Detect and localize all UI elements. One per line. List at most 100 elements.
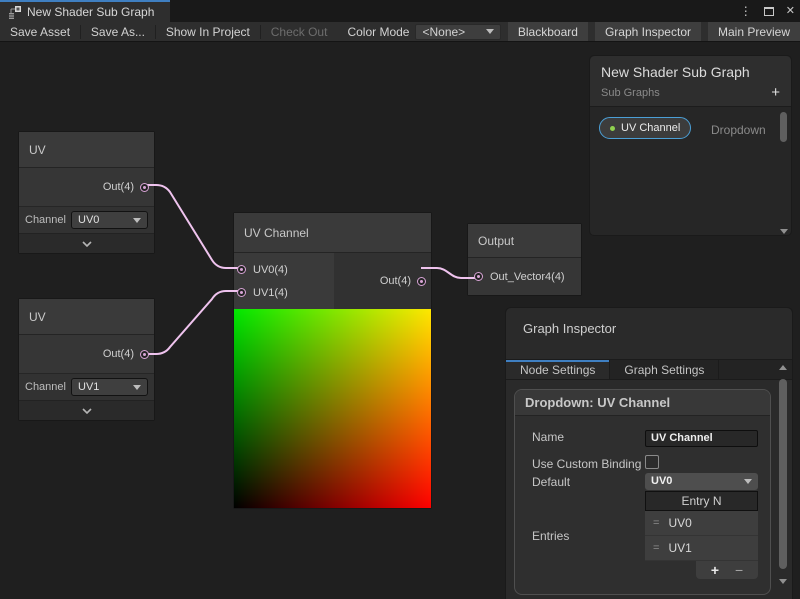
shader-graph-icon (8, 6, 21, 19)
port-label-out-vector4: Out_Vector4(4) (490, 271, 565, 283)
output-port[interactable] (140, 183, 149, 192)
blackboard-body: UV Channel Dropdown (590, 107, 791, 237)
edge-uv2-to-uvchannel[interactable] (143, 291, 240, 354)
node-title: UV (19, 299, 154, 335)
window-close-icon[interactable]: ✕ (786, 6, 795, 17)
node-title: UV Channel (234, 213, 431, 253)
node-uv-2[interactable]: UV Out(4) Channel UV1 (18, 298, 155, 421)
use-custom-binding-label: Use Custom Binding (532, 455, 645, 471)
entries-header: Entry N (645, 491, 758, 511)
channel-label: Channel (25, 381, 69, 393)
section-title: Dropdown: UV Channel (515, 390, 770, 416)
inspector-content: Dropdown: UV Channel Name Use Custom Bin… (506, 380, 792, 597)
add-entry-button[interactable]: + (711, 563, 719, 577)
chevron-down-icon (82, 241, 92, 247)
node-uv-1[interactable]: UV Out(4) Channel UV0 (18, 131, 155, 254)
color-mode-dropdown[interactable]: <None> (415, 24, 500, 40)
scroll-up-icon[interactable] (779, 365, 787, 370)
entry-row-uv0[interactable]: = UV0 (645, 511, 758, 536)
port-label-out: Out(4) (103, 181, 134, 193)
blackboard-toggle-button[interactable]: Blackboard (508, 22, 588, 41)
node-uv-channel[interactable]: UV Channel UV0(4) UV1(4) Out(4) (233, 212, 432, 509)
graph-inspector-toggle-button[interactable]: Graph Inspector (595, 22, 701, 41)
drag-handle-icon[interactable]: = (653, 517, 659, 529)
scroll-down-icon[interactable] (780, 229, 788, 234)
graph-toolbar: Save Asset Save As... Show In Project Ch… (0, 22, 800, 42)
entry-value: UV1 (668, 541, 691, 555)
channel-label: Channel (25, 214, 69, 226)
channel-dropdown[interactable]: UV0 (71, 211, 148, 229)
port-label-out: Out(4) (380, 275, 411, 287)
blackboard-subtitle: Sub Graphs (601, 87, 660, 99)
window-menu-icon[interactable]: ⋮ (740, 5, 752, 17)
color-mode-value: <None> (422, 25, 465, 39)
collapse-previews-button[interactable] (19, 400, 154, 420)
name-label: Name (532, 428, 645, 444)
default-dropdown[interactable]: UV0 (645, 473, 758, 490)
title-bar: New Shader Sub Graph ⋮ ✕ (0, 0, 800, 22)
window-maximize-icon[interactable] (764, 7, 774, 16)
use-custom-binding-checkbox[interactable] (645, 455, 659, 469)
chevron-down-icon (133, 218, 141, 223)
color-mode-label: Color Mode (337, 25, 415, 39)
blackboard-scrollbar[interactable] (779, 110, 789, 234)
channel-dropdown[interactable]: UV1 (71, 378, 148, 396)
blackboard-item-type: Dropdown (711, 123, 766, 137)
node-title: Output (468, 224, 581, 258)
drag-handle-icon[interactable]: = (653, 542, 659, 554)
channel-value: UV0 (78, 214, 99, 226)
blackboard-title: New Shader Sub Graph (601, 64, 780, 80)
default-value: UV0 (651, 475, 672, 487)
inspector-scrollbar[interactable] (778, 359, 789, 597)
entries-footer: + − (696, 561, 758, 579)
remove-entry-button[interactable]: − (735, 563, 743, 577)
tab-new-shader-sub-graph[interactable]: New Shader Sub Graph (0, 0, 170, 22)
add-property-button[interactable]: + (771, 88, 780, 98)
name-input[interactable] (645, 430, 758, 447)
check-out-button[interactable]: Check Out (261, 22, 338, 42)
graph-canvas[interactable]: UV Out(4) Channel UV0 UV Out (0, 42, 800, 599)
tab-node-settings[interactable]: Node Settings (506, 360, 610, 379)
exposed-dot-icon (610, 126, 615, 131)
port-label-uv1: UV1(4) (253, 287, 288, 299)
tab-graph-settings[interactable]: Graph Settings (610, 360, 719, 379)
graph-inspector-title: Graph Inspector (506, 308, 792, 359)
edge-uv1-to-uvchannel[interactable] (143, 185, 240, 268)
scrollbar-thumb[interactable] (779, 379, 787, 569)
blackboard-header[interactable]: New Shader Sub Graph Sub Graphs + (590, 56, 791, 107)
blackboard-item-label: UV Channel (621, 122, 680, 134)
default-label: Default (532, 473, 645, 489)
blackboard-item-uv-channel[interactable]: UV Channel (599, 117, 691, 139)
node-output[interactable]: Output Out_Vector4(4) (467, 223, 582, 296)
node-title: UV (19, 132, 154, 168)
port-label-out: Out(4) (103, 348, 134, 360)
channel-value: UV1 (78, 381, 99, 393)
input-port-uv0[interactable] (237, 265, 246, 274)
scroll-down-icon[interactable] (779, 579, 787, 584)
show-in-project-button[interactable]: Show In Project (156, 22, 260, 42)
tab-title: New Shader Sub Graph (27, 5, 154, 19)
input-port-out-vector4[interactable] (474, 272, 483, 281)
shader-graph-window: New Shader Sub Graph ⋮ ✕ Save Asset Save… (0, 0, 800, 599)
dropdown-settings-section: Dropdown: UV Channel Name Use Custom Bin… (514, 389, 771, 595)
chevron-down-icon (133, 385, 141, 390)
output-port[interactable] (140, 350, 149, 359)
inspector-tab-bar: Node Settings Graph Settings (506, 359, 792, 380)
graph-inspector-panel: Graph Inspector Node Settings Graph Sett… (505, 307, 793, 599)
save-asset-button[interactable]: Save Asset (0, 22, 80, 42)
entries-label: Entries (532, 527, 645, 543)
save-as-button[interactable]: Save As... (81, 22, 155, 42)
input-port-uv1[interactable] (237, 288, 246, 297)
main-preview-toggle-button[interactable]: Main Preview (708, 22, 800, 41)
scrollbar-thumb[interactable] (780, 112, 787, 142)
uv-gradient-preview (234, 309, 431, 508)
entry-row-uv1[interactable]: = UV1 (645, 536, 758, 561)
output-port[interactable] (417, 277, 426, 286)
chevron-down-icon (486, 29, 494, 34)
blackboard-panel: New Shader Sub Graph Sub Graphs + UV Cha… (589, 55, 792, 236)
entry-value: UV0 (668, 516, 691, 530)
collapse-previews-button[interactable] (19, 233, 154, 253)
port-label-uv0: UV0(4) (253, 264, 288, 276)
chevron-down-icon (82, 408, 92, 414)
chevron-down-icon (744, 479, 752, 484)
